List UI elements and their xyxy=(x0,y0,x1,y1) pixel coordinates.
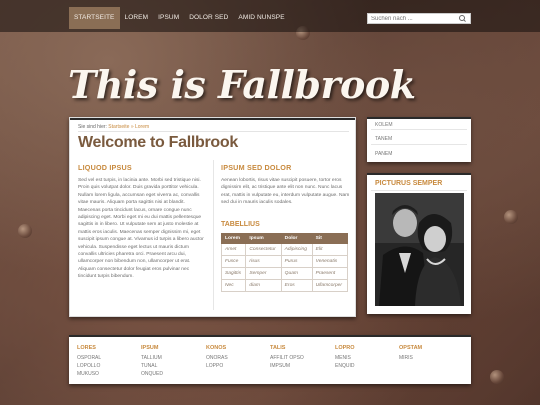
footer-link[interactable]: ONQUED xyxy=(141,370,201,378)
rivet-decoration xyxy=(18,224,32,238)
table-row: Sagittis Semper Quam Praesent xyxy=(220,267,349,280)
divider xyxy=(371,190,467,191)
search-box xyxy=(367,13,471,24)
vintage-couple-photo xyxy=(375,193,464,306)
search-input[interactable] xyxy=(368,15,458,22)
right-column-text: Aenean lobortis, risus vitae suscipit po… xyxy=(221,178,350,206)
footer-link[interactable]: MIRIS xyxy=(399,354,459,362)
table-row: Fusce risus Purus Venenatis xyxy=(220,255,349,268)
nav-item-lorem[interactable]: LOREM xyxy=(120,7,154,29)
footer-heading: KONOS xyxy=(206,345,227,351)
footer-column: LORES OSPORAL LOPOLLO MUKUSO xyxy=(77,345,137,378)
left-column-text: Sed vel est turpis, in lacinia ante. Mor… xyxy=(78,178,204,280)
footer-link[interactable]: MENIS xyxy=(335,354,395,362)
sidebar-menu: KOLEM TANEM PANEM xyxy=(367,117,471,162)
footer-heading: OPSTAM xyxy=(399,345,423,351)
breadcrumb-current[interactable]: Lorem xyxy=(135,124,149,130)
photo-illustration xyxy=(375,193,464,306)
table-cell: Fusce xyxy=(220,255,247,268)
footer-link[interactable]: TALLIUM xyxy=(141,354,201,362)
breadcrumb-separator: » xyxy=(130,124,134,130)
footer-link[interactable]: IMPSUM xyxy=(270,362,330,370)
rivet-decoration xyxy=(504,210,518,224)
sidebar-picture-box: PICTURUS SEMPER xyxy=(367,173,471,314)
right-column-heading: IPSUM SED DOLOR xyxy=(221,163,292,172)
table-header-cell: Ipsum xyxy=(245,233,282,244)
rivet-decoration xyxy=(490,370,504,384)
main-content: Sie sind hier: Startseite » Lorem Welcom… xyxy=(69,117,356,317)
table-cell: diam xyxy=(245,279,282,292)
footer-link[interactable]: MUKUSO xyxy=(77,370,137,378)
table-cell: Purus xyxy=(280,255,313,268)
site-title[interactable]: This is Fallbrook xyxy=(68,62,416,107)
divider xyxy=(371,144,467,145)
right-column: IPSUM SED DOLOR Aenean lobortis, risus v… xyxy=(221,163,351,207)
table-cell: Ullamcorper xyxy=(311,279,349,292)
nav-item-dolor-sed[interactable]: DOLOR SED xyxy=(184,7,233,29)
sidebar-item-panem[interactable]: PANEM xyxy=(375,151,392,157)
footer-column: TALIS AFFILIT OPSO IMPSUM xyxy=(270,345,330,370)
nav-item-amid-nunspe[interactable]: AMID NUNSPE xyxy=(233,7,289,29)
table-cell: risus xyxy=(245,255,282,268)
magnifier-icon[interactable] xyxy=(458,14,467,23)
table-cell: Adipiscing xyxy=(280,243,313,256)
footer-link[interactable]: OSPORAL xyxy=(77,354,137,362)
sidebar-picture-title: PICTURUS SEMPER xyxy=(375,180,443,187)
divider xyxy=(78,131,349,132)
table-cell: Quam xyxy=(280,267,313,280)
footer-link[interactable]: ENQUID xyxy=(335,362,395,370)
column-divider xyxy=(213,160,214,310)
main-nav: STARTSEITE LOREM IPSUM DOLOR SED AMID NU… xyxy=(69,7,290,29)
table-cell: Elit xyxy=(311,243,349,256)
top-bar: STARTSEITE LOREM IPSUM DOLOR SED AMID NU… xyxy=(0,0,540,32)
left-column-heading: LIQUOD IPSUS xyxy=(78,163,132,172)
left-column: LIQUOD IPSUS Sed vel est turpis, in laci… xyxy=(78,163,208,281)
table-cell: Venenatis xyxy=(311,255,349,268)
footer-column: OPSTAM MIRIS xyxy=(399,345,459,362)
table-header-cell: Sit xyxy=(311,233,349,244)
footer-heading: LOPRO xyxy=(335,345,355,351)
table-header-cell: Lorem xyxy=(220,233,247,244)
footer-column: KONOS ONORAS LOPPO xyxy=(206,345,266,370)
sidebar-item-kolem[interactable]: KOLEM xyxy=(375,122,393,128)
footer-link[interactable]: TUNAL xyxy=(141,362,201,370)
table-cell: Nec xyxy=(220,279,247,292)
nav-item-startseite[interactable]: STARTSEITE xyxy=(69,7,120,29)
table-cell: Amet xyxy=(220,243,247,256)
footer-heading: TALIS xyxy=(270,345,286,351)
page-title: Welcome to Fallbrook xyxy=(78,134,238,151)
table-header-row: Lorem Ipsum Dolor Sit xyxy=(220,233,349,244)
table-cell: Sagittis xyxy=(220,267,247,280)
table-header-cell: Dolor xyxy=(280,233,313,244)
divider xyxy=(371,129,467,130)
breadcrumb: Sie sind hier: Startseite » Lorem xyxy=(78,124,149,130)
breadcrumb-prefix: Sie sind hier: xyxy=(78,124,107,130)
table-cell: Semper xyxy=(245,267,282,280)
footer-link[interactable]: LOPOLLO xyxy=(77,362,137,370)
data-table: Lorem Ipsum Dolor Sit Amet Consectetur A… xyxy=(220,233,349,292)
footer-column: IPSUM TALLIUM TUNAL ONQUED xyxy=(141,345,201,378)
table-row: Nec diam Eros Ullamcorper xyxy=(220,279,349,292)
table-cell: Eros xyxy=(280,279,313,292)
nav-item-ipsum[interactable]: IPSUM xyxy=(153,7,184,29)
footer-link[interactable]: ONORAS xyxy=(206,354,266,362)
table-cell: Praesent xyxy=(311,267,349,280)
footer-column: LOPRO MENIS ENQUID xyxy=(335,345,395,370)
footer: LORES OSPORAL LOPOLLO MUKUSO IPSUM TALLI… xyxy=(69,335,471,384)
breadcrumb-link-startseite[interactable]: Startseite xyxy=(108,124,129,130)
table-title: TABELLIUS xyxy=(221,221,260,228)
footer-link[interactable]: LOPPO xyxy=(206,362,266,370)
table-cell: Consectetur xyxy=(245,243,282,256)
table-row: Amet Consectetur Adipiscing Elit xyxy=(220,243,349,256)
sidebar-item-tanem[interactable]: TANEM xyxy=(375,136,392,142)
footer-link[interactable]: AFFILIT OPSO xyxy=(270,354,330,362)
footer-heading: LORES xyxy=(77,345,96,351)
footer-heading: IPSUM xyxy=(141,345,159,351)
